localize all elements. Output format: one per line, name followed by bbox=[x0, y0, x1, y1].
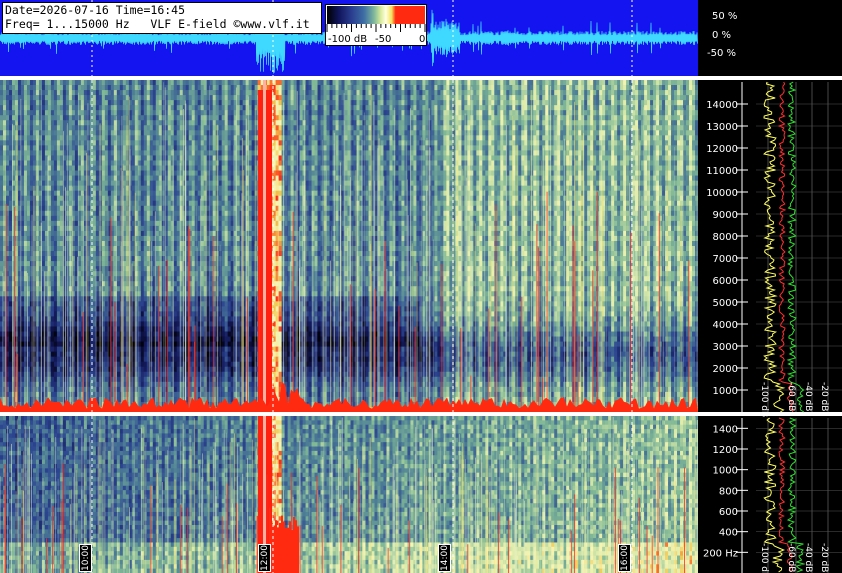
freq-tick-label: 12000 bbox=[706, 144, 738, 155]
freq-tick-label: 7000 bbox=[713, 254, 738, 265]
freq-tick-label: 5000 bbox=[713, 298, 738, 309]
time-label-12: 12:00 bbox=[258, 544, 271, 572]
date-time-label: Date=2026-07-16 Time=16:45 bbox=[3, 3, 321, 17]
freq-tick-label: 2000 bbox=[713, 364, 738, 375]
scale-label-minus-50: -50 % bbox=[707, 48, 736, 59]
colorbar-label-min: -100 dB bbox=[328, 34, 367, 45]
freq-tick-label: 800 bbox=[719, 486, 738, 497]
colorbar-label-max: 0 bbox=[419, 34, 425, 45]
profile-db-label: -60 dB bbox=[786, 382, 796, 411]
freq-tick-label: 13000 bbox=[706, 122, 738, 133]
profile-db-label: -40 dB bbox=[803, 382, 813, 411]
colorbar-ticks: -100 dB -50 0 bbox=[326, 24, 426, 45]
freq-tick-label: 1000 bbox=[713, 466, 738, 477]
profile-db-label: -60 dB bbox=[786, 543, 796, 572]
freq-tick-label: 1400 bbox=[713, 424, 738, 435]
freq-tick-label: 9000 bbox=[713, 210, 738, 221]
freq-tick-label: 600 bbox=[719, 507, 738, 518]
freq-tick-label: 6000 bbox=[713, 276, 738, 287]
info-box: Date=2026-07-16 Time=16:45 Freq= 1...150… bbox=[2, 2, 322, 34]
freq-tick-label: 1000 bbox=[713, 386, 738, 397]
waveform-scale: 50 % 0 % -50 % bbox=[698, 0, 842, 76]
spectrogram-full-image bbox=[0, 80, 698, 412]
freq-tick-label: 4000 bbox=[713, 320, 738, 331]
freq-tick-label: 1200 bbox=[713, 445, 738, 456]
freq-tick-label: 200 Hz bbox=[703, 548, 738, 559]
time-label-14: 14:00 bbox=[438, 544, 451, 572]
time-label-10: 10:00 bbox=[79, 544, 92, 572]
spectrogram-low-image bbox=[0, 416, 698, 573]
spectrogram-full-range bbox=[0, 80, 698, 412]
profile-db-label: -100 dB bbox=[759, 543, 769, 573]
freq-tick-label: 3000 bbox=[713, 342, 738, 353]
frequency-source-label: Freq= 1...15000 Hz VLF E-field ©www.vlf.… bbox=[3, 17, 321, 31]
freq-tick-label: 8000 bbox=[713, 232, 738, 243]
spectrogram-low-frequency bbox=[0, 416, 698, 573]
scale-label-50: 50 % bbox=[712, 11, 737, 22]
scale-label-0: 0 % bbox=[712, 30, 731, 41]
time-label-16: 16:00 bbox=[618, 544, 631, 572]
freq-tick-label: 11000 bbox=[706, 166, 738, 177]
colorbar-label-mid: -50 bbox=[375, 34, 391, 45]
profile-db-label: -20 dB bbox=[819, 382, 829, 411]
spectrogram-window: Date=2026-07-16 Time=16:45 Freq= 1...150… bbox=[0, 0, 842, 573]
waveform-panel: Date=2026-07-16 Time=16:45 Freq= 1...150… bbox=[0, 0, 698, 76]
profile-db-label: -40 dB bbox=[803, 543, 813, 572]
freq-tick-label: 14000 bbox=[706, 100, 738, 111]
freq-tick-label: 400 bbox=[719, 528, 738, 539]
profile-db-label: -20 dB bbox=[819, 543, 829, 572]
freq-tick-label: 10000 bbox=[706, 188, 738, 199]
colorbar: -100 dB -50 0 bbox=[325, 4, 427, 46]
